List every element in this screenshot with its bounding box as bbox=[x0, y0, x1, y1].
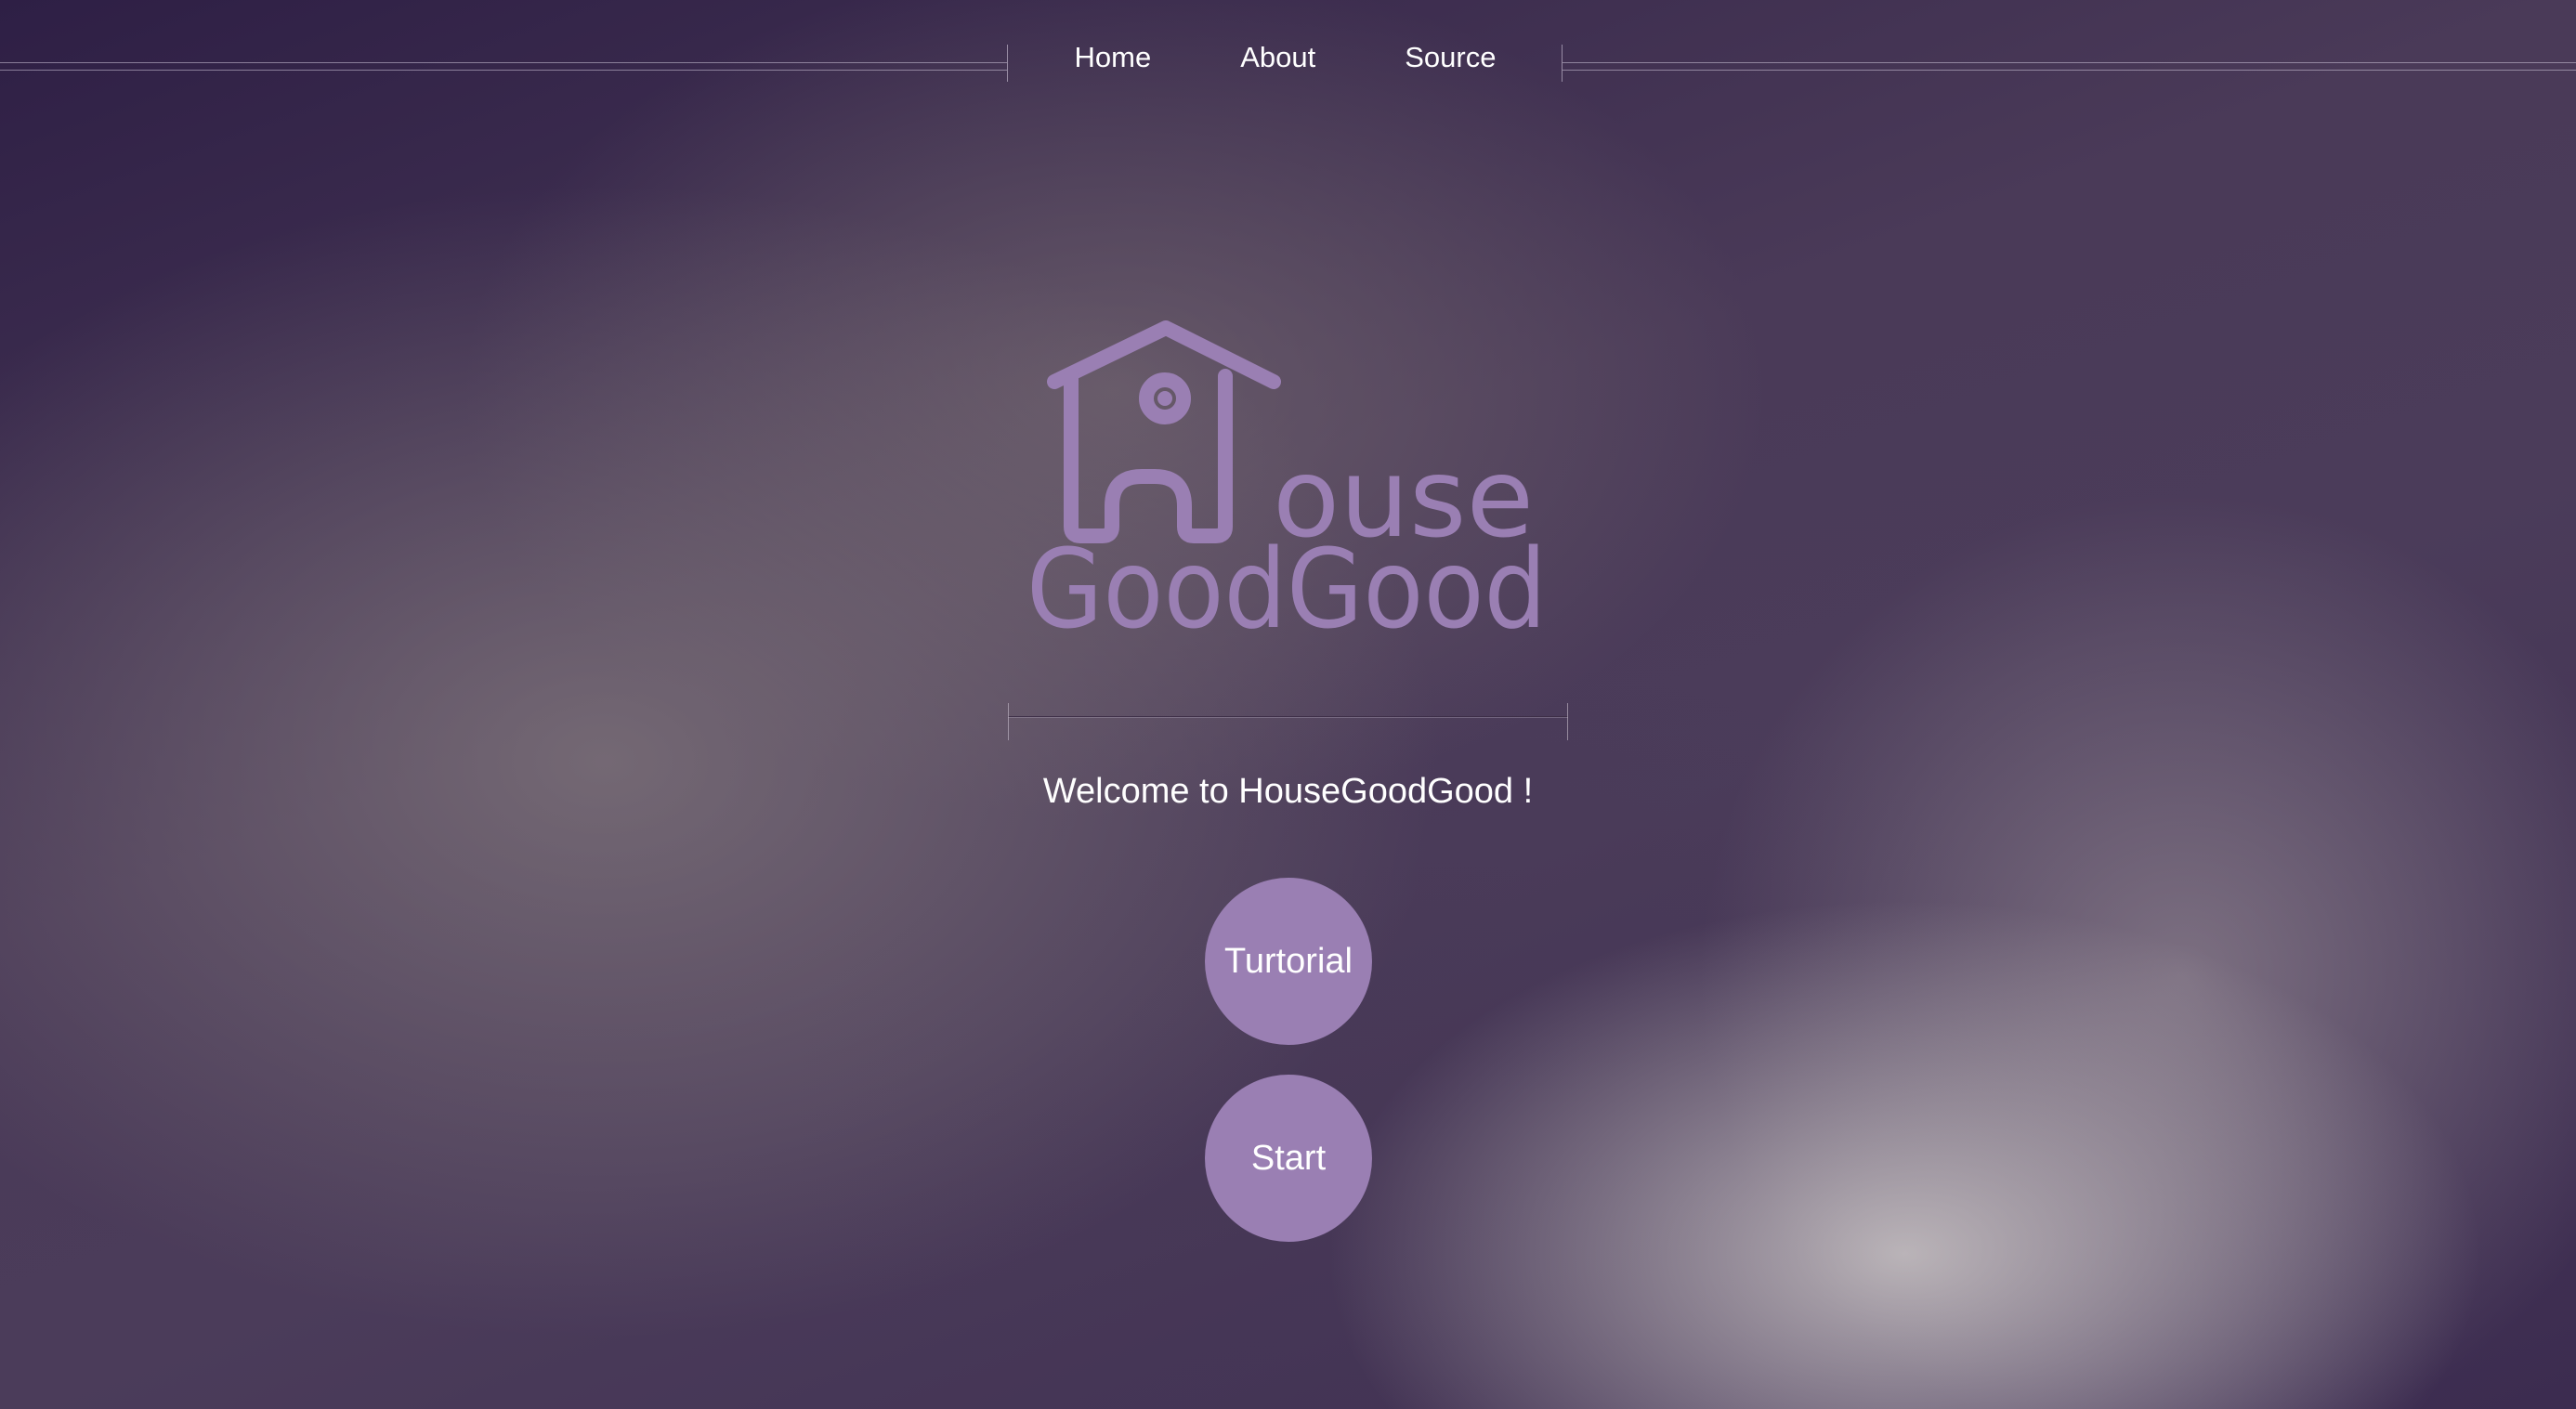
welcome-heading: Welcome to HouseGoodGood ! bbox=[1042, 772, 1534, 811]
nav-link-about[interactable]: About bbox=[1196, 32, 1360, 84]
divider-tick-right bbox=[1567, 703, 1568, 740]
tutorial-button[interactable]: Turtorial bbox=[1205, 878, 1372, 1045]
nav-line-left bbox=[0, 62, 1007, 71]
divider-tick-left bbox=[1008, 703, 1009, 740]
nav-link-home[interactable]: Home bbox=[1030, 32, 1196, 84]
nav-link-source[interactable]: Source bbox=[1360, 32, 1540, 84]
logo-graphic: ouse GoodGood bbox=[1026, 320, 1547, 653]
section-divider bbox=[1008, 703, 1568, 740]
divider-bar bbox=[1008, 716, 1568, 718]
top-nav: Home About Source bbox=[1008, 32, 1563, 84]
window-dot bbox=[1157, 391, 1172, 406]
nav-line-right bbox=[1563, 62, 2576, 71]
house-icon bbox=[1047, 320, 1281, 543]
housegoodgood-logo: ouse GoodGood bbox=[1026, 320, 1547, 653]
start-button[interactable]: Start bbox=[1205, 1075, 1372, 1242]
logo-text-line2: GoodGood bbox=[1026, 525, 1547, 636]
